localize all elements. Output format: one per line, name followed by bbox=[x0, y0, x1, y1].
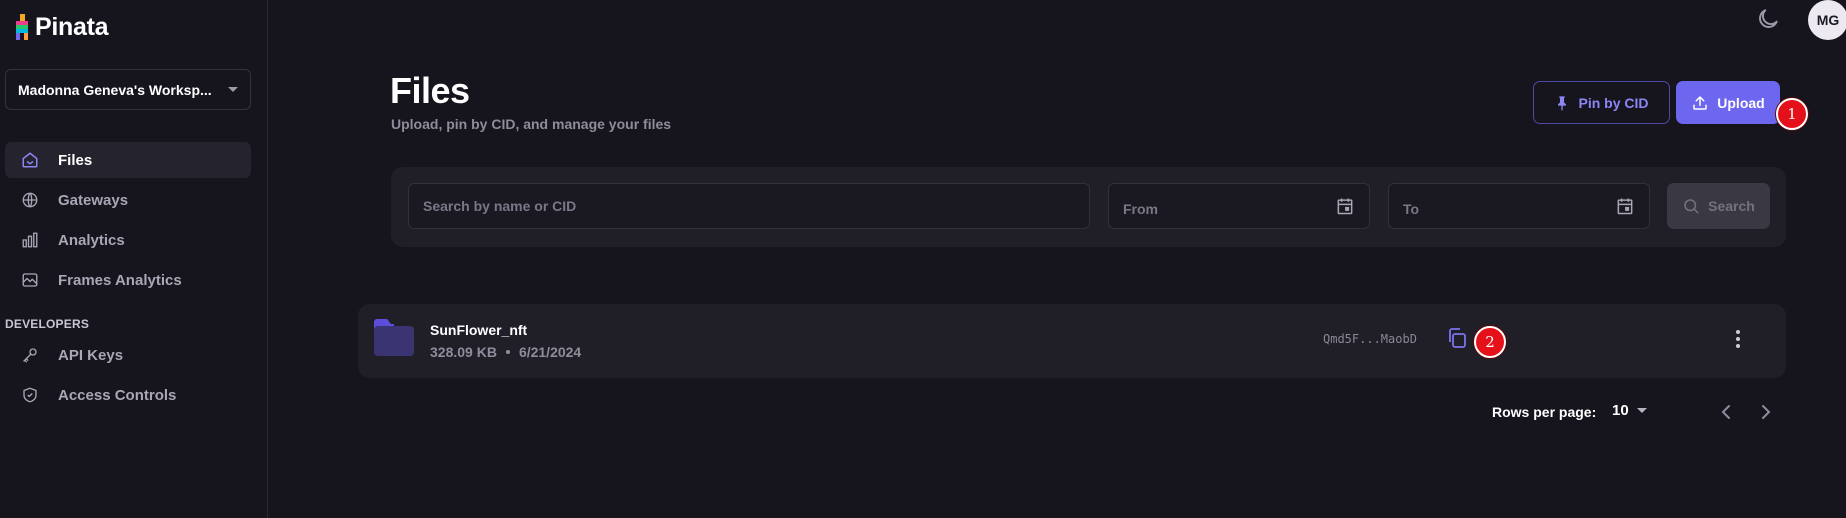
folder-icon bbox=[374, 319, 414, 356]
sidebar-item-label: Files bbox=[58, 151, 93, 169]
rows-per-page-select[interactable]: 10 bbox=[1612, 402, 1647, 419]
image-chart-icon bbox=[20, 270, 40, 290]
upload-label: Upload bbox=[1717, 94, 1765, 111]
sidebar-item-label: Frames Analytics bbox=[58, 271, 182, 289]
sidebar-item-label: Gateways bbox=[58, 191, 129, 209]
from-date-field[interactable]: From bbox=[1108, 183, 1370, 229]
avatar[interactable]: MG bbox=[1808, 0, 1846, 40]
table-row[interactable]: SunFlower_nft 328.09 KB 6/21/2024 Qmd5F.… bbox=[358, 304, 1786, 378]
annotation-marker-1: 1 bbox=[1776, 98, 1808, 130]
search-placeholder: Search by name or CID bbox=[423, 198, 577, 214]
chevron-down-icon bbox=[1636, 408, 1647, 413]
upload-icon bbox=[1693, 95, 1708, 110]
file-size: 328.09 KB bbox=[430, 344, 497, 360]
sidebar-item-gateways[interactable]: Gateways bbox=[5, 182, 251, 218]
sidebar-item-access-controls[interactable]: Access Controls bbox=[5, 377, 251, 413]
to-placeholder: To bbox=[1403, 201, 1420, 217]
moon-icon[interactable] bbox=[1755, 6, 1781, 32]
search-button[interactable]: Search bbox=[1667, 183, 1770, 229]
separator-dot bbox=[505, 350, 510, 354]
pin-by-cid-button[interactable]: Pin by CID bbox=[1533, 81, 1670, 124]
sidebar-item-analytics[interactable]: Analytics bbox=[5, 222, 251, 258]
sidebar-item-api-keys[interactable]: API Keys bbox=[5, 337, 251, 373]
search-button-label: Search bbox=[1708, 198, 1755, 214]
rows-per-page-value: 10 bbox=[1612, 402, 1629, 419]
sidebar-item-label: Access Controls bbox=[58, 386, 177, 404]
chevron-down-icon bbox=[228, 87, 238, 92]
bar-chart-icon bbox=[20, 230, 40, 250]
rows-per-page-label: Rows per page: bbox=[1492, 404, 1597, 420]
key-icon bbox=[20, 345, 40, 365]
calendar-icon[interactable] bbox=[1615, 196, 1635, 216]
next-page-icon[interactable] bbox=[1754, 400, 1778, 424]
workspace-name: Madonna Geneva's Worksp... bbox=[18, 81, 212, 98]
file-meta: 328.09 KB 6/21/2024 bbox=[430, 344, 581, 360]
sidebar-item-files[interactable]: Files bbox=[5, 142, 251, 178]
search-panel: Search by name or CID From To Search bbox=[391, 167, 1786, 247]
sidebar: Pinata Madonna Geneva's Worksp... Files … bbox=[0, 0, 268, 518]
file-cid: Qmd5F...MaobD bbox=[1323, 332, 1417, 346]
calendar-icon[interactable] bbox=[1335, 196, 1355, 216]
more-options-icon[interactable] bbox=[1731, 328, 1745, 350]
previous-page-icon[interactable] bbox=[1714, 400, 1738, 424]
to-date-field[interactable]: To bbox=[1388, 183, 1650, 229]
pin-icon bbox=[1558, 95, 1567, 111]
sidebar-item-label: API Keys bbox=[58, 346, 124, 364]
search-input[interactable]: Search by name or CID bbox=[408, 183, 1090, 229]
app-name: Pinata bbox=[35, 12, 109, 41]
annotation-marker-2: 2 bbox=[1474, 326, 1506, 358]
pin-by-cid-label: Pin by CID bbox=[1578, 94, 1649, 111]
developers-section-label: DEVELOPERS bbox=[5, 317, 90, 331]
page-title: Files bbox=[390, 70, 470, 111]
from-placeholder: From bbox=[1123, 201, 1158, 217]
search-icon bbox=[1684, 199, 1699, 214]
file-date: 6/21/2024 bbox=[518, 344, 582, 360]
sidebar-item-frames-analytics[interactable]: Frames Analytics bbox=[5, 262, 251, 298]
pinata-logo[interactable]: Pinata bbox=[15, 12, 109, 42]
sidebar-item-label: Analytics bbox=[58, 231, 125, 249]
copy-icon[interactable] bbox=[1446, 326, 1468, 350]
workspace-selector[interactable]: Madonna Geneva's Worksp... bbox=[5, 69, 251, 110]
globe-icon bbox=[20, 190, 40, 210]
file-name[interactable]: SunFlower_nft bbox=[430, 322, 527, 338]
upload-button[interactable]: Upload bbox=[1676, 81, 1780, 124]
pinata-logo-icon bbox=[16, 14, 28, 40]
page-subtitle: Upload, pin by CID, and manage your file… bbox=[391, 116, 672, 132]
shield-icon bbox=[20, 385, 40, 405]
home-icon bbox=[20, 150, 40, 170]
